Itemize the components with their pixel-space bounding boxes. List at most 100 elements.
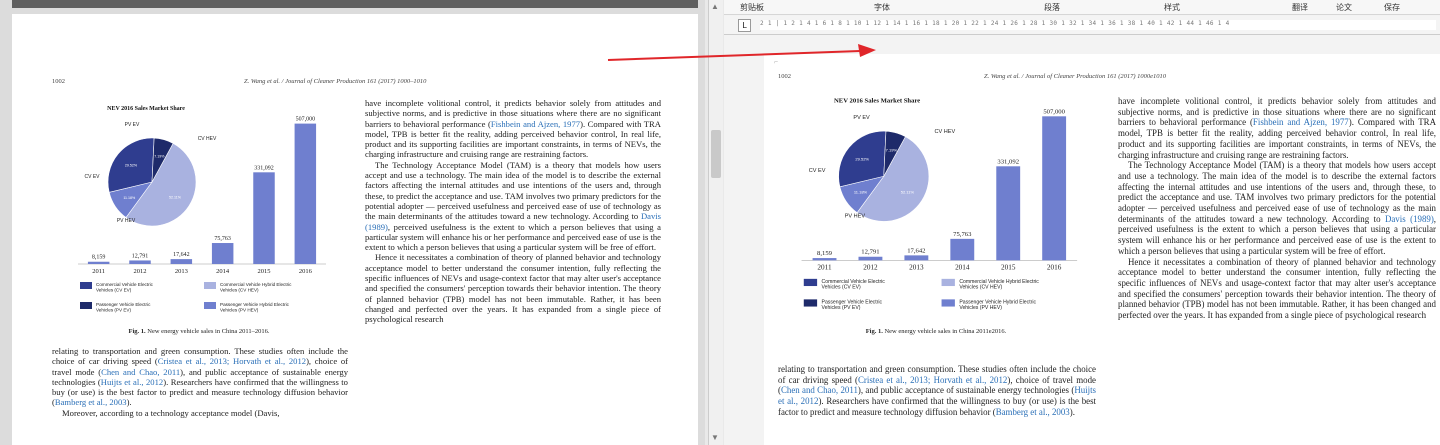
citation-link[interactable]: Davis (1989) <box>1385 214 1434 224</box>
legend-label-line: Passenger Vehicle Hybrid Electric <box>220 302 290 307</box>
ribbon-paragraph[interactable]: 段落 <box>1044 2 1060 13</box>
bar-value-label: 507,000 <box>296 117 316 123</box>
pie-slice-label: CV EV <box>809 168 826 174</box>
scroll-up-icon[interactable]: ▲ <box>711 2 719 11</box>
bar-2013 <box>904 255 929 261</box>
paragraph: Moreover, according to a technology acce… <box>62 407 280 418</box>
pie-slice-label: CV EV <box>84 174 100 180</box>
text-span: The Technology Acceptance Model (TAM) is… <box>365 159 661 222</box>
left-pane-scrollbar[interactable]: ▲ ▼ <box>708 0 723 445</box>
pie-slice-label: PV HEV <box>117 218 136 224</box>
bar-value-label: 8,159 <box>817 250 833 257</box>
left-figure-caption: Fig. 1. New energy vehicle sales in Chin… <box>64 328 334 335</box>
left-caption-label: Fig. 1. <box>128 328 146 335</box>
legend-swatch <box>941 299 955 307</box>
scroll-down-icon[interactable]: ▼ <box>711 433 719 442</box>
legend-label: Passenger Vehicle Hybrid Electric Vehicle… <box>220 302 290 312</box>
legend-label-line: Vehicles (CV HEV) <box>959 284 1002 290</box>
right-column-left: relating to transportation and green con… <box>778 364 1096 418</box>
bar-value-label: 75,763 <box>214 236 231 242</box>
citation-link[interactable]: Bamberg et al., 2003 <box>55 397 127 407</box>
citation-link[interactable]: Fishbein and Ajzen, 1977 <box>1253 117 1349 127</box>
x-tick-label: 2016 <box>299 268 313 275</box>
legend-swatch <box>803 278 818 287</box>
legend-label-line: Commercial Vehicle Electric <box>96 282 154 287</box>
x-tick-label: 2013 <box>175 268 188 275</box>
right-chart-svg: 8,159 2011 12,791 2012 17,642 2013 75,763 2014 3… <box>801 97 1078 311</box>
citation-link[interactable]: Cristea et al., 2013; Horvath et al., 20… <box>158 356 306 366</box>
legend-swatch <box>204 302 216 309</box>
citation-link[interactable]: Cristea et al., 2013; Horvath et al., 20… <box>858 375 1007 385</box>
bar-2015 <box>253 172 275 264</box>
pie-slice-label: CV HEV <box>198 136 217 142</box>
x-tick-label: 2014 <box>955 264 970 272</box>
bar-value-label: 12,791 <box>132 253 149 259</box>
text-span: ). <box>1069 406 1075 417</box>
legend-label-line: Vehicles (PV EV) <box>96 307 131 312</box>
bar-value-label: 331,092 <box>254 165 274 171</box>
pie-pct-label: 7.19% <box>886 147 898 152</box>
citation-link[interactable]: Fishbein and Ajzen, 1977 <box>491 119 580 129</box>
x-tick-label: 2014 <box>216 268 230 275</box>
right-caption-text: New energy vehicle sales in China 2011e2… <box>884 328 1007 335</box>
left-page: 1002 Z. Wang et al. / Journal of Cleaner… <box>12 14 698 445</box>
pie-pct-label: 7.19% <box>154 155 165 159</box>
legend-label: Commercial Vehicle Hybrid Electric Vehicl… <box>220 282 292 292</box>
legend-label: Commercial Vehicle Hybrid Electric Vehicl… <box>959 279 1039 291</box>
legend-swatch <box>80 302 92 309</box>
left-page-number: 1002 <box>52 78 65 85</box>
right-running-header: Z. Wang et al. / Journal of Cleaner Prod… <box>984 73 1167 80</box>
paragraph: Hence it necessitates a combination of t… <box>1118 256 1436 321</box>
legend-swatch <box>204 282 216 289</box>
bar-2016 <box>294 123 317 264</box>
x-tick-label: 2011 <box>817 264 832 272</box>
text-span: ). <box>126 397 132 408</box>
pie-pct-label: 52.11% <box>901 189 915 194</box>
bar-value-label: 17,642 <box>907 247 925 254</box>
x-tick-label: 2012 <box>134 268 147 275</box>
legend-label-line: Passenger Vehicle Electric <box>96 302 151 307</box>
right-page: ⌐ 1002 Z. Wang et al. / Journal of Clean… <box>764 54 1440 445</box>
pie-slice-label: PV EV <box>125 122 140 128</box>
left-running-header: Z. Wang et al. / Journal of Cleaner Prod… <box>244 78 427 85</box>
citation-link[interactable]: Bamberg et al., 2003 <box>996 407 1070 417</box>
bar-2014 <box>211 243 234 264</box>
legend-label: Commercial Vehicle Electric Vehicles (CV … <box>96 282 154 292</box>
pie-pct-label: 52.11% <box>169 196 182 200</box>
legend-label-line: Vehicles (CV EV) <box>96 287 132 292</box>
ribbon-toolbar: 剪贴板 字体 段落 样式 翻译 论文 保存 <box>724 0 1440 15</box>
bar-value-label: 75,763 <box>953 231 972 238</box>
tab-stop-selector[interactable]: L <box>738 19 751 32</box>
legend-label-line: Vehicles (PV HEV) <box>220 307 259 312</box>
ribbon-save[interactable]: 保存 <box>1384 2 1400 13</box>
bar-2015 <box>996 166 1021 261</box>
left-caption-text: New energy vehicle sales in China 2011–2… <box>147 328 270 335</box>
legend-swatch <box>941 278 955 287</box>
left-figure: 8,159 2011 12,791 2012 17,642 2013 75,763 2014 3… <box>64 96 334 326</box>
scrollbar-thumb[interactable] <box>711 130 721 178</box>
ribbon-paper[interactable]: 论文 <box>1336 2 1352 13</box>
bar-value-label: 8,159 <box>92 255 106 261</box>
legend-label-line: Commercial Vehicle Hybrid Electric <box>220 282 292 287</box>
bar-2013 <box>170 259 193 264</box>
ribbon-font[interactable]: 字体 <box>874 2 890 13</box>
bar-value-label: 331,092 <box>997 158 1019 165</box>
x-tick-label: 2012 <box>863 264 878 272</box>
citation-link[interactable]: Chen and Chao, 2011 <box>101 367 180 377</box>
bar-value-label: 12,791 <box>861 249 879 256</box>
pie-pct-label: 29.52% <box>855 156 869 161</box>
citation-link[interactable]: Huijts et al., 2012 <box>101 377 163 387</box>
horizontal-ruler[interactable]: L 2 1 | 1 2 1 4 1 6 1 8 1 10 1 12 1 14 1… <box>724 16 1440 35</box>
ribbon-translate[interactable]: 翻译 <box>1292 2 1308 13</box>
left-chart-svg: 8,159 2011 12,791 2012 17,642 2013 75,763 2014 3… <box>78 106 326 312</box>
ribbon-styles[interactable]: 样式 <box>1164 2 1180 13</box>
paragraph: Hence it necessitates a combination of t… <box>365 252 661 325</box>
citation-link[interactable]: Chen and Chao, 2011 <box>781 385 858 395</box>
legend-swatch <box>803 299 818 307</box>
margin-mark: ⌐ <box>774 58 778 66</box>
right-caption-label: Fig. 1. <box>865 328 883 335</box>
left-document-pane: 1002 Z. Wang et al. / Journal of Cleaner… <box>0 0 705 445</box>
bar-2014 <box>950 238 975 261</box>
pie-pct-label: 11.18% <box>123 196 136 200</box>
ribbon-clipboard[interactable]: 剪贴板 <box>740 2 764 13</box>
